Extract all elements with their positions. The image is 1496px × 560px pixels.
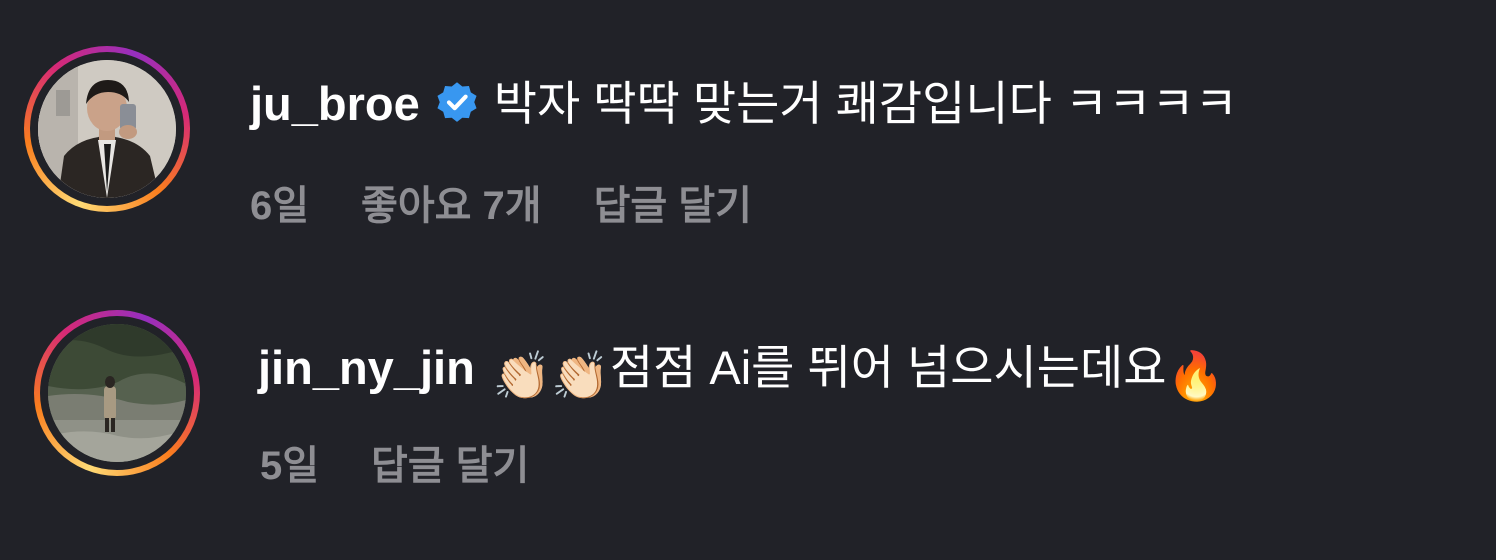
username-link[interactable]: jin_ny_jin bbox=[258, 341, 475, 394]
verified-badge-icon bbox=[434, 80, 480, 126]
comment-body: ju_broe 박자 딱딱 맞는거 쾌감입니다 ㅋㅋㅋㅋ bbox=[250, 76, 1238, 132]
comment-text: 점점 Ai를 뛰어 넘으시는데요 bbox=[609, 341, 1167, 394]
profile-photo-icon bbox=[48, 324, 186, 462]
comment-meta: 5일 답글 달기 bbox=[260, 442, 529, 490]
fire-icon: 🔥 bbox=[1166, 349, 1225, 402]
reply-button[interactable]: 답글 달기 bbox=[371, 442, 529, 490]
comment-list: ju_broe 박자 딱딱 맞는거 쾌감입니다 ㅋㅋㅋㅋ 6일 좋아요 7개 답글 달… bbox=[0, 0, 1496, 560]
comment-time[interactable]: 5일 bbox=[260, 442, 319, 490]
comment-body: jin_ny_jin 👏🏻👏🏻점점 Ai를 뛰어 넘으시는데요🔥 bbox=[258, 340, 1225, 404]
reply-button[interactable]: 답글 달기 bbox=[594, 182, 752, 230]
avatar[interactable] bbox=[24, 46, 190, 212]
username-link[interactable]: ju_broe bbox=[250, 77, 420, 130]
comment-time[interactable]: 6일 bbox=[250, 182, 309, 230]
clapping-hands-icon: 👏🏻👏🏻 bbox=[492, 349, 610, 402]
comment-text: 박자 딱딱 맞는거 쾌감입니다 ㅋㅋㅋㅋ bbox=[493, 77, 1238, 130]
comment-meta: 6일 좋아요 7개 답글 달기 bbox=[250, 182, 752, 230]
comment-text-prefix-emoji: 👏🏻👏🏻 bbox=[493, 341, 610, 402]
avatar[interactable] bbox=[34, 310, 200, 476]
profile-photo-icon bbox=[38, 60, 176, 198]
likes-count[interactable]: 좋아요 7개 bbox=[361, 182, 542, 230]
